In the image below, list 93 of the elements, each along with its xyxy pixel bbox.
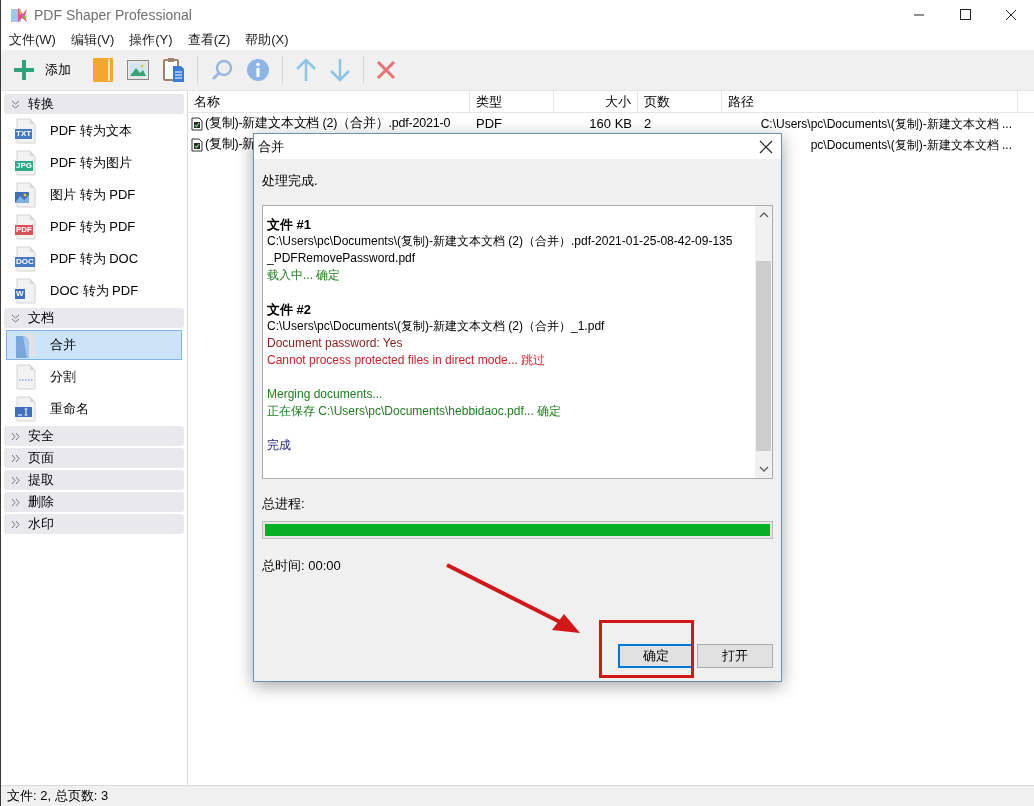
item-label: PDF 转为 PDF — [50, 218, 136, 237]
section-header[interactable]: 文档 — [4, 308, 184, 328]
log-line: 正在保存 C:\Users\pc\Documents\hebbidaoc.pdf... 确定 — [267, 402, 562, 420]
plus-icon — [13, 59, 35, 81]
table-cell-text: pc\Documents\(复制)-新建文本文档 ... — [810, 136, 1012, 154]
image-file-icon — [15, 182, 37, 208]
log-line: C:\Users\pc\Documents\(复制)-新建文本文档 (2)（合并）_1.pdf — [267, 317, 605, 335]
up-arrow-icon[interactable] — [295, 58, 317, 82]
add-button[interactable]: 添加 — [9, 54, 75, 86]
menu-item[interactable]: 文件(W) — [9, 30, 56, 50]
menu-item[interactable]: 查看(Z) — [187, 30, 231, 50]
dialog-title: 合并 — [258, 137, 284, 156]
section-header[interactable]: 删除 — [4, 492, 184, 512]
sidebar-item[interactable]: 重命名 — [6, 394, 182, 424]
section-header[interactable]: 页面 — [4, 448, 184, 468]
column-header[interactable]: 路径 — [722, 91, 1018, 112]
down-arrow-icon[interactable] — [329, 58, 351, 82]
column-header[interactable]: 页数 — [638, 91, 722, 112]
sidebar-item[interactable]: 分割 — [6, 362, 182, 392]
log-line: 完成 — [267, 436, 291, 454]
item-label: 合并 — [50, 336, 76, 355]
item-label: 重命名 — [50, 400, 89, 419]
file-type-badge: W — [15, 289, 25, 299]
sidebar-item[interactable]: PDF PDF 转为 PDF — [6, 212, 182, 242]
file-type-badge: DOC — [15, 257, 35, 267]
folder-icon[interactable] — [93, 58, 113, 82]
log-line: Cannot process protected files in direct mode... 跳过 — [267, 351, 546, 369]
scrollbar[interactable] — [755, 205, 772, 478]
elapsed-time: 总时间: 00:00 — [262, 557, 341, 575]
section-title: 文档 — [28, 309, 54, 328]
table-cell-text: 2 — [644, 114, 652, 133]
log-heading: 文件 #2 — [267, 300, 312, 318]
sidebar-item[interactable]: DOC PDF 转为 DOC — [6, 244, 182, 274]
log-line: 载入中... 确定 — [267, 266, 341, 284]
sidebar-item[interactable]: W DOC 转为 PDF — [6, 276, 182, 306]
column-header[interactable]: 类型 — [470, 91, 554, 112]
item-label: PDF 转为图片 — [50, 154, 132, 173]
item-label: PDF 转为 DOC — [50, 250, 139, 269]
status-message: 处理完成. — [262, 172, 318, 190]
column-header[interactable]: 名称 — [188, 91, 470, 112]
app-logo-icon — [10, 6, 28, 24]
scroll-thumb[interactable] — [756, 260, 771, 451]
section-title: 水印 — [28, 515, 54, 534]
file-type-badge: PDF — [15, 225, 33, 235]
table-cell-text: 160 KB — [589, 114, 632, 133]
image-icon[interactable] — [127, 60, 149, 80]
section-title: 页面 — [28, 449, 54, 468]
section-title: 转换 — [28, 95, 54, 114]
item-label: DOC 转为 PDF — [50, 282, 139, 301]
delete-icon[interactable] — [376, 60, 396, 80]
section-header[interactable]: 水印 — [4, 514, 184, 534]
sidebar-item[interactable]: 图片 转为 PDF — [6, 180, 182, 210]
table-cell-text: (复制)-新建文本文档 (2)（合并）.pdf-2021-0 — [205, 115, 451, 133]
file-type-badge: JPG — [15, 161, 33, 171]
item-label: 图片 转为 PDF — [50, 186, 136, 205]
sidebar-item[interactable]: JPG PDF 转为图片 — [6, 148, 182, 178]
sidebar-item[interactable]: 合并 — [6, 330, 182, 360]
dialog-button[interactable]: 打开 — [697, 644, 773, 668]
menu-item[interactable]: 帮助(X) — [245, 30, 289, 50]
section-header[interactable]: 转换 — [4, 94, 184, 114]
log-line: C:\Users\pc\Documents\(复制)-新建文本文档 (2)（合并）.pdf-2021-01-25-08-42-09-135 _PDFRemovePassword.pdf — [267, 232, 734, 267]
column-header[interactable]: 大小 — [554, 91, 638, 112]
table-cell-text: (复制)-新 — [205, 136, 256, 154]
menu-item[interactable]: 操作(Y) — [129, 30, 173, 50]
section-header[interactable]: 提取 — [4, 470, 184, 490]
clipboard-icon[interactable] — [163, 57, 185, 83]
file-icon — [15, 278, 37, 304]
log-line: Merging documents... — [267, 385, 383, 403]
file-type-badge: TXT — [15, 129, 33, 139]
item-label: PDF 转为文本 — [50, 122, 132, 141]
document-icon — [191, 137, 203, 152]
log-line: Document password: Yes — [267, 334, 403, 352]
info-icon[interactable] — [246, 58, 270, 82]
dialog-button[interactable]: 确定 — [618, 644, 694, 668]
sidebar-item[interactable]: TXT PDF 转为文本 — [6, 116, 182, 146]
log-heading: 文件 #1 — [267, 215, 312, 233]
window-title: PDF Shaper Professional — [34, 5, 192, 25]
section-title: 删除 — [28, 493, 54, 512]
item-label: 分割 — [50, 368, 76, 387]
section-title: 安全 — [28, 427, 54, 446]
status-bar: 文件: 2, 总页数: 3 — [1, 785, 1034, 806]
section-header[interactable]: 安全 — [4, 426, 184, 446]
section-title: 提取 — [28, 471, 54, 490]
split-page-icon — [15, 364, 37, 390]
document-icon — [191, 116, 203, 131]
merge-pages-icon — [15, 332, 37, 358]
table-cell-text: C:\Users\pc\Documents\(复制)-新建文本文档 ... — [760, 115, 1012, 133]
table-cell-text: PDF — [476, 114, 502, 133]
close-icon[interactable] — [759, 139, 773, 154]
menu-item[interactable]: 编辑(V) — [70, 30, 115, 50]
rename-file-icon — [15, 396, 37, 422]
search-icon[interactable] — [210, 58, 234, 82]
progress-label: 总进程: — [262, 494, 305, 513]
